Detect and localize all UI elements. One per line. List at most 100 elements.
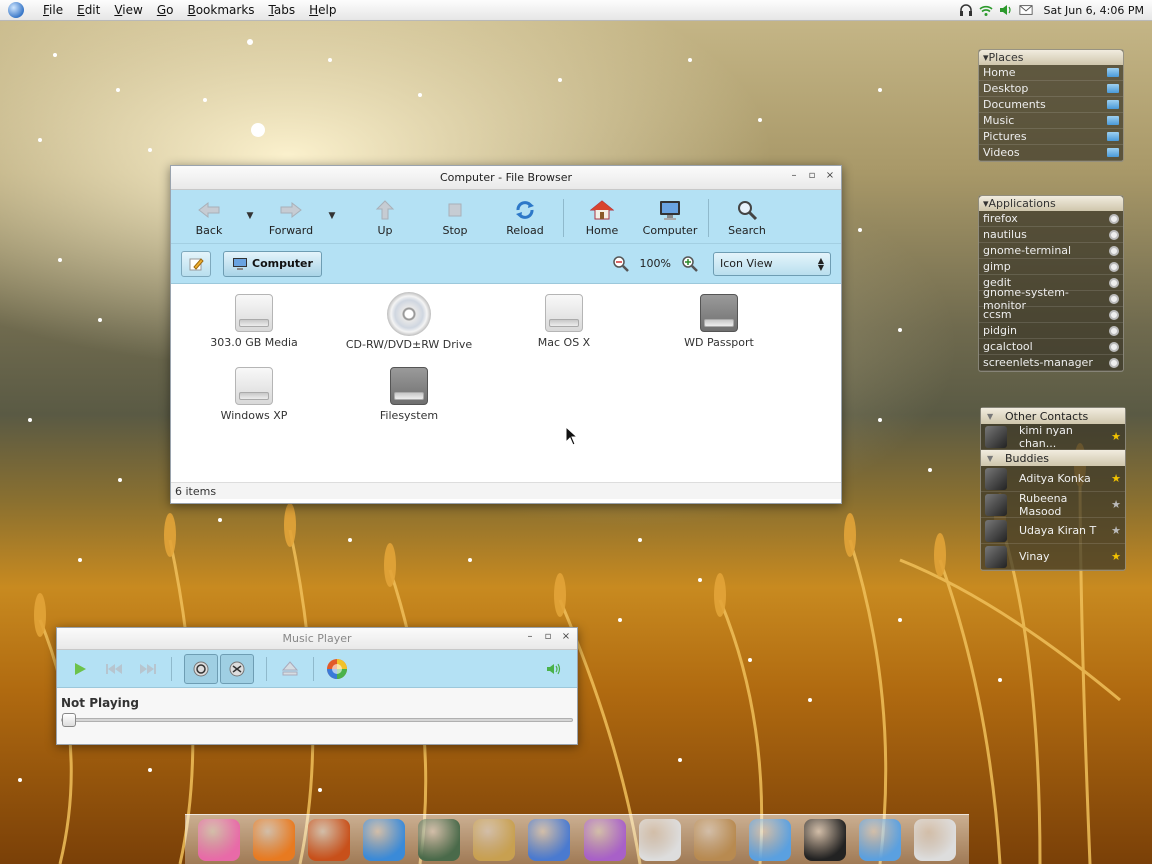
buddies-header[interactable]: Buddies — [981, 450, 1125, 466]
place-item[interactable]: Videos — [979, 145, 1123, 161]
seek-slider[interactable] — [61, 713, 573, 727]
mail-icon[interactable] — [1019, 3, 1034, 17]
place-item[interactable]: Pictures — [979, 129, 1123, 145]
file-item[interactable]: Windows XP — [179, 367, 329, 422]
menu-tabs[interactable]: Tabs — [262, 3, 303, 17]
back-button[interactable]: Back — [177, 200, 241, 237]
window-title: Computer - File Browser — [439, 171, 573, 184]
folder-icon[interactable] — [859, 818, 902, 861]
mushroom-icon[interactable] — [362, 818, 405, 861]
view-mode-select[interactable]: Icon View ▲ ▼ — [713, 251, 831, 276]
star-icon[interactable]: ★ — [1111, 550, 1121, 563]
contact-item[interactable]: Rubeena Masood ★ — [981, 492, 1125, 518]
menu-view[interactable]: View — [107, 3, 149, 17]
file-item[interactable]: CD-RW/DVD±RW Drive — [334, 292, 484, 351]
wifi-icon[interactable] — [979, 3, 994, 17]
avatar — [985, 467, 1007, 490]
applications-header[interactable]: ▾Applications — [979, 196, 1123, 211]
application-label: firefox — [983, 212, 1018, 225]
folder-icon[interactable] — [748, 818, 791, 861]
search-button[interactable]: Search — [715, 200, 779, 237]
contact-item[interactable]: kimi nyan chan... ★ — [981, 424, 1125, 450]
place-item[interactable]: Home — [979, 65, 1123, 81]
repeat-toggle[interactable] — [184, 653, 218, 684]
headphones-icon[interactable] — [959, 3, 973, 17]
visualizer-button[interactable] — [326, 658, 348, 680]
other-contacts-header[interactable]: Other Contacts — [981, 408, 1125, 424]
next-button[interactable] — [137, 658, 159, 680]
file-item[interactable]: 303.0 GB Media — [179, 294, 329, 349]
application-item[interactable]: gcalctool — [979, 339, 1123, 355]
forward-history-dropdown[interactable]: ▼ — [323, 211, 341, 221]
menu-edit[interactable]: Edit — [70, 3, 107, 17]
close-button[interactable]: × — [825, 170, 835, 182]
volume-icon[interactable] — [999, 3, 1013, 17]
menu-bookmarks[interactable]: Bookmarks — [180, 3, 261, 17]
volume-icon — [547, 663, 561, 674]
application-item[interactable]: pidgin — [979, 323, 1123, 339]
contact-item[interactable]: Udaya Kiran T ★ — [981, 518, 1125, 544]
reload-button[interactable]: Reload — [493, 200, 557, 237]
ubuntu-orb-icon[interactable] — [307, 818, 350, 861]
computer-button[interactable]: Computer — [638, 200, 702, 237]
main-menu-icon[interactable] — [8, 2, 24, 18]
zoom-out-icon[interactable] — [612, 255, 630, 273]
place-item[interactable]: Documents — [979, 97, 1123, 113]
maximize-button[interactable]: ▫ — [807, 170, 817, 182]
maximize-button[interactable]: ▫ — [543, 631, 553, 643]
home-button[interactable]: Home — [570, 200, 634, 237]
seek-slider-handle[interactable] — [62, 713, 76, 727]
star-icon[interactable]: ★ — [1111, 472, 1121, 485]
volume-button[interactable] — [543, 658, 565, 680]
application-item[interactable]: gnome-system-monitor — [979, 286, 1123, 312]
music-player-titlebar[interactable]: Music Player – ▫ × — [57, 628, 577, 650]
place-item[interactable]: Music — [979, 113, 1123, 129]
play-button[interactable] — [69, 658, 91, 680]
star-icon[interactable]: ★ — [1111, 430, 1121, 443]
back-history-dropdown[interactable]: ▼ — [241, 211, 259, 221]
firefox-icon[interactable] — [252, 818, 295, 861]
app-icon — [1109, 261, 1119, 272]
file-item[interactable]: Mac OS X — [489, 294, 639, 349]
forward-button[interactable]: Forward — [259, 200, 323, 237]
shuffle-toggle[interactable] — [220, 653, 254, 684]
zoom-in-icon[interactable] — [681, 255, 699, 273]
minimize-button[interactable]: – — [789, 170, 799, 182]
contact-item[interactable]: Aditya Konka ★ — [981, 466, 1125, 492]
headphones-icon[interactable] — [914, 818, 957, 861]
notebook-icon[interactable] — [473, 818, 516, 861]
package-icon[interactable] — [693, 818, 736, 861]
application-item[interactable]: gimp — [979, 259, 1123, 275]
file-browser-titlebar[interactable]: Computer - File Browser – ▫ × — [171, 166, 841, 190]
clock[interactable]: Sat Jun 6, 4:06 PM — [1043, 4, 1144, 17]
camera-lens-icon[interactable] — [804, 818, 847, 861]
calendar-icon[interactable] — [638, 818, 681, 861]
minimize-button[interactable]: – — [525, 631, 535, 643]
star-icon[interactable]: ★ — [1111, 498, 1121, 511]
file-item[interactable]: WD Passport — [644, 294, 794, 349]
contact-item[interactable]: Vinay ★ — [981, 544, 1125, 570]
menu-go[interactable]: Go — [150, 3, 181, 17]
path-button-computer[interactable]: Computer — [223, 250, 322, 277]
up-button[interactable]: Up — [353, 200, 417, 237]
image-editor-icon[interactable] — [528, 818, 571, 861]
application-item[interactable]: screenlets-manager — [979, 355, 1123, 371]
pink-swirl-icon[interactable] — [197, 818, 240, 861]
file-item[interactable]: Filesystem — [334, 367, 484, 422]
application-item[interactable]: firefox — [979, 211, 1123, 227]
place-item[interactable]: Desktop — [979, 81, 1123, 97]
menu-help[interactable]: Help — [302, 3, 343, 17]
close-button[interactable]: × — [561, 631, 571, 643]
application-item[interactable]: nautilus — [979, 227, 1123, 243]
paint-icon[interactable] — [583, 818, 626, 861]
eject-button[interactable] — [279, 658, 301, 680]
previous-button[interactable] — [103, 658, 125, 680]
edit-location-button[interactable] — [181, 250, 211, 277]
zoom-level[interactable]: 100% — [640, 257, 671, 270]
photos-icon[interactable] — [418, 818, 461, 861]
stop-button[interactable]: Stop — [423, 200, 487, 237]
menu-file[interactable]: File — [36, 3, 70, 17]
application-item[interactable]: gnome-terminal — [979, 243, 1123, 259]
star-icon[interactable]: ★ — [1111, 524, 1121, 537]
places-header[interactable]: ▾Places — [979, 50, 1123, 65]
